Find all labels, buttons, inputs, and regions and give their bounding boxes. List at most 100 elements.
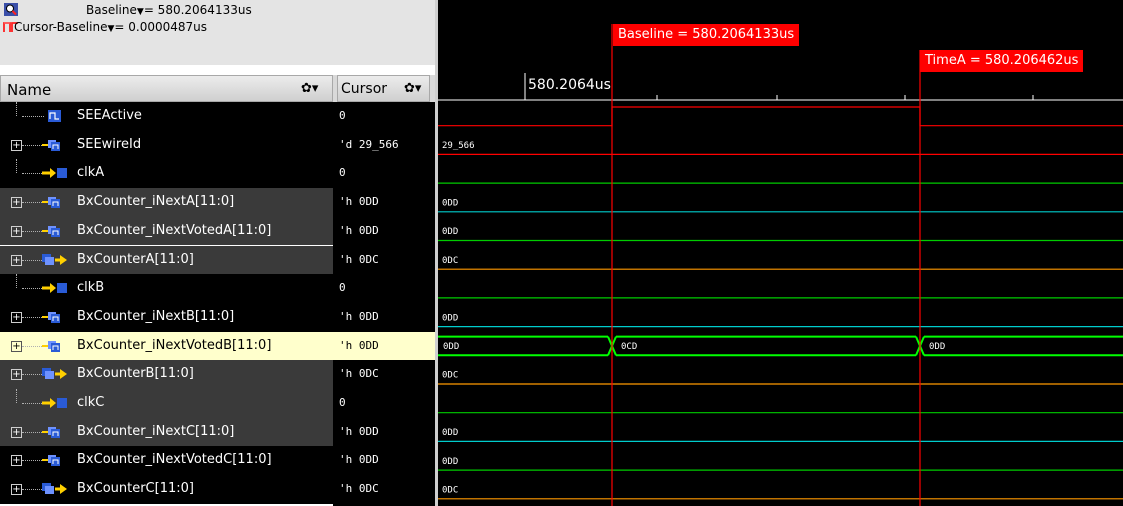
signal-value-cell[interactable]: 'h 0DC xyxy=(333,245,435,275)
signal-value-cell[interactable]: 0 xyxy=(333,274,435,303)
wave-trace xyxy=(616,335,916,357)
signal-value-cell[interactable]: 'h 0DC xyxy=(333,475,435,504)
signal-value-cell[interactable]: 'h 0DD xyxy=(333,417,435,447)
bus-value-label: 0DD xyxy=(443,342,459,352)
signal-value-cell[interactable]: 'h 0DC xyxy=(333,360,435,389)
register-signal-icon xyxy=(42,483,67,495)
signal-value-cell[interactable]: 'h 0DD xyxy=(333,188,435,217)
expand-plus-icon[interactable]: + xyxy=(11,484,22,496)
bus-value-label: 0DC xyxy=(442,256,458,266)
signal-row[interactable]: + BxCounter_iNextB[11:0] xyxy=(0,302,333,332)
tree-connector xyxy=(16,159,17,174)
signal-row[interactable]: + BxCounter_iNextA[11:0] xyxy=(0,188,333,217)
signal-cursor-value: 'h 0DD xyxy=(339,309,379,323)
signal-name: BxCounter_iNextVotedB[11:0] xyxy=(77,337,272,353)
signal-name: SEEActive xyxy=(77,108,142,123)
signal-row[interactable]: + BxCounter_iNextC[11:0] xyxy=(0,417,333,447)
expand-plus-icon[interactable]: + xyxy=(11,254,22,266)
wave-trace xyxy=(438,106,1123,127)
bus-value-label: 0DD xyxy=(442,313,458,323)
cursor-column-header[interactable]: Cursor ✿▾ xyxy=(337,75,430,102)
signal-value-cell[interactable]: 'h 0DD xyxy=(333,446,435,476)
waveform-panel[interactable]: 29_566 0DD 0DD 0DC 0DD 0DD 0CD 0DD 0DC 0DD 0DD 0DC … xyxy=(435,0,1123,506)
expand-plus-icon[interactable]: + xyxy=(11,455,22,467)
expand-plus-icon[interactable]: + xyxy=(11,197,22,209)
baseline-label[interactable]: Baseline xyxy=(86,3,137,17)
signal-cursor-value: 'h 0DD xyxy=(339,424,379,438)
register-signal-icon xyxy=(42,253,67,265)
cursor-baseline-label[interactable]: Cursor-Baseline xyxy=(14,20,107,34)
clock-signal-icon xyxy=(42,168,67,179)
signal-name: clkB xyxy=(77,280,105,296)
signal-cursor-value: 'h 0DD xyxy=(339,453,379,467)
gear-icon[interactable]: ✿▾ xyxy=(301,81,318,96)
signal-cursor-value: 0 xyxy=(339,396,346,409)
wave-trace xyxy=(438,335,608,357)
signal-row[interactable]: + BxCounter_iNextVotedB[11:0] xyxy=(0,331,333,361)
signal-row[interactable]: + BxCounterA[11:0] xyxy=(0,245,333,275)
baseline-value: = 580.2064133us xyxy=(143,3,252,17)
signal-value-cell[interactable]: 0 xyxy=(333,159,435,189)
signal-cursor-value: 'h 0DC xyxy=(339,252,379,266)
expand-plus-icon[interactable]: + xyxy=(11,225,22,237)
signal-row[interactable]: clkA xyxy=(0,159,333,189)
signal-name: BxCounterA[11:0] xyxy=(77,251,194,267)
bus-value-label: 0DD xyxy=(442,428,458,438)
signal-value-cell[interactable]: 'h 0DD xyxy=(333,302,435,332)
magnifier-icon[interactable] xyxy=(4,3,18,16)
signal-value-cell[interactable]: 0 xyxy=(333,389,435,418)
signal-row[interactable]: clkB xyxy=(0,274,333,303)
signal-row[interactable]: + SEEwireId xyxy=(0,130,333,160)
bus-value-label: 0DC xyxy=(442,371,458,381)
signal-cursor-value: 0 xyxy=(339,166,346,180)
timeA-marker-label[interactable]: TimeA = 580.206462us xyxy=(920,50,1084,72)
cursor-column-title: Cursor xyxy=(341,81,388,97)
time-axis-tick-label: 580.2064us xyxy=(528,77,611,93)
signal-value-cell[interactable]: 0 xyxy=(333,102,435,131)
signal-row[interactable]: + BxCounter_iNextVotedA[11:0] xyxy=(0,216,333,246)
signal-value-cell[interactable]: 'd 29_566 xyxy=(333,130,435,160)
signal-row[interactable]: + BxCounterB[11:0] xyxy=(0,360,333,389)
expand-plus-icon[interactable]: + xyxy=(11,426,22,438)
signal-row[interactable]: + BxCounterC[11:0] xyxy=(0,475,333,504)
bus-value-label: 0DD xyxy=(442,457,458,467)
signal-name: SEEwireId xyxy=(77,136,142,152)
wave-trace xyxy=(924,335,1123,357)
signal-cursor-value: 'h 0DD xyxy=(339,338,379,352)
column-headers: Name ✿▾ Cursor ✿▾ xyxy=(0,75,435,102)
signal-value-cell[interactable]: 'h 0DD xyxy=(333,216,435,246)
register-signal-icon xyxy=(42,368,67,380)
signal-name: BxCounter_iNextB[11:0] xyxy=(77,308,235,324)
signal-name: BxCounter_iNextA[11:0] xyxy=(77,194,235,210)
signal-name-list: SEEActive + SEEwireId clkA + BxCounter_iNextA… xyxy=(0,102,333,506)
bus-signal-icon xyxy=(42,340,60,352)
name-column-header[interactable]: Name ✿▾ xyxy=(0,75,333,102)
bus-signal-icon xyxy=(42,455,60,467)
expand-plus-icon[interactable]: + xyxy=(11,311,22,323)
signal-value-cell[interactable]: 'h 0DD xyxy=(333,331,435,361)
expand-plus-icon[interactable]: + xyxy=(11,369,22,381)
tree-connector xyxy=(16,274,17,289)
signal-row[interactable]: + BxCounter_iNextVotedC[11:0] xyxy=(0,446,333,476)
baseline-marker-label[interactable]: Baseline = 580.2064133us xyxy=(613,24,800,46)
signal-row[interactable]: clkC xyxy=(0,389,333,418)
clock-signal-icon xyxy=(42,283,67,294)
signal-cursor-value: 'h 0DC xyxy=(339,367,379,381)
expand-plus-icon[interactable]: + xyxy=(11,139,22,151)
gear-icon[interactable]: ✿▾ xyxy=(404,81,421,96)
signal-cursor-value: 0 xyxy=(339,281,346,295)
signal-cursor-value: 'h 0DD xyxy=(339,195,379,209)
signal-name: BxCounter_iNextVotedC[11:0] xyxy=(77,452,272,468)
bus-signal-icon xyxy=(42,139,60,151)
cursor-baseline-readout: Cursor-Baseline▼= 0.0000487us xyxy=(14,19,207,36)
bit-signal-icon xyxy=(48,110,61,122)
bus-value-label: 0CD xyxy=(621,342,637,352)
cursor-info-header: Baseline▼= 580.2064133us Cursor-Baseline… xyxy=(0,0,435,65)
expand-plus-icon[interactable]: + xyxy=(11,340,22,352)
bus-value-label: 0DD xyxy=(929,342,945,352)
bus-value-label: 0DD xyxy=(442,227,458,237)
waveform-canvas[interactable]: 29_566 0DD 0DD 0DC 0DD 0DD 0CD 0DD 0DC 0DD 0DD 0DC xyxy=(435,0,1123,506)
signal-row[interactable]: SEEActive xyxy=(0,102,333,131)
name-column-title: Name xyxy=(7,81,52,99)
dropdown-arrow-icon[interactable]: ▼ xyxy=(137,7,144,17)
